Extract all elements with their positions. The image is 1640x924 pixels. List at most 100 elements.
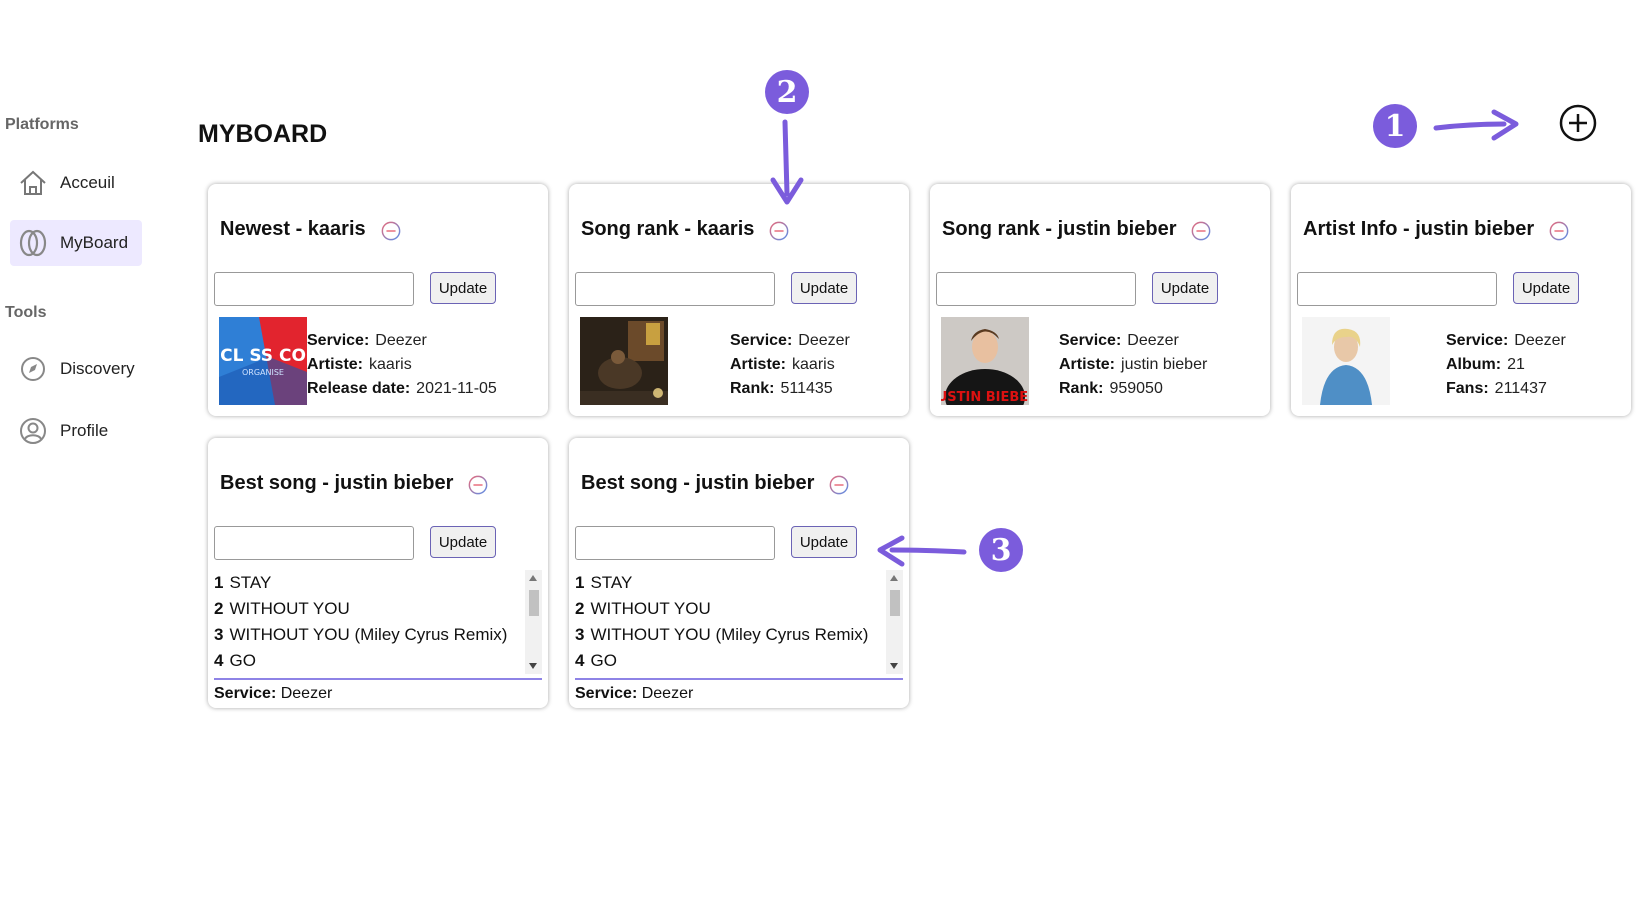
compass-icon xyxy=(18,354,48,384)
scroll-down-arrow-icon[interactable] xyxy=(890,663,898,669)
scrollbar[interactable] xyxy=(525,570,542,674)
minus-circle-icon xyxy=(1192,221,1211,240)
list-item: 4 GO xyxy=(214,651,256,670)
sidebar: Platforms Acceuil MyBoard Tools Discover… xyxy=(0,0,180,924)
list-item: 1 STAY xyxy=(575,573,633,592)
info-row: Service: Deezer xyxy=(1446,332,1566,349)
remove-widget-button[interactable] xyxy=(769,220,789,240)
plus-circle-icon xyxy=(1559,104,1597,142)
scroll-thumb[interactable] xyxy=(529,590,539,616)
sidebar-item-myboard[interactable]: MyBoard xyxy=(10,220,142,266)
add-widget-button[interactable] xyxy=(1558,103,1598,143)
sidebar-item-label: MyBoard xyxy=(60,233,129,252)
scrollbar[interactable] xyxy=(886,570,903,674)
widget-info: Service: Deezer Artiste: justin bieber Ran… xyxy=(1059,329,1207,401)
user-icon xyxy=(18,416,48,446)
svg-text:CL SS CO: CL SS CO xyxy=(220,346,306,366)
minus-circle-icon xyxy=(770,221,789,240)
widget-search-input[interactable] xyxy=(1297,272,1497,306)
album-cover-image: CL SS CO ORGANISE xyxy=(219,317,307,405)
info-row: Service: Deezer xyxy=(730,332,850,349)
info-row: Rank: 959050 xyxy=(1059,380,1163,397)
divider xyxy=(214,678,542,680)
minus-circle-icon xyxy=(381,221,401,240)
widget-card: Song rank - justin bieber Update JUSTIN … xyxy=(930,184,1270,416)
annotation-badge-1: 1 xyxy=(1373,104,1417,148)
widget-title-row: Best song - justin bieber xyxy=(581,472,849,495)
update-button[interactable]: Update xyxy=(791,272,857,304)
scroll-down-arrow-icon[interactable] xyxy=(529,663,537,669)
update-button[interactable]: Update xyxy=(430,526,496,558)
widget-title: Song rank - kaaris xyxy=(581,218,755,240)
update-button[interactable]: Update xyxy=(791,526,857,558)
widget-title: Best song - justin bieber xyxy=(220,472,454,494)
section-label-platforms: Platforms xyxy=(5,116,79,133)
widget-search-input[interactable] xyxy=(936,272,1136,306)
info-row: Artiste: kaaris xyxy=(730,356,835,373)
widget-title-row: Song rank - justin bieber xyxy=(942,218,1211,241)
scroll-up-arrow-icon[interactable] xyxy=(529,575,537,581)
widget-card: Best song - justin bieber Update 1 STAY 2… xyxy=(569,438,909,708)
list-item: 4 GO xyxy=(575,651,617,670)
info-row: Artiste: justin bieber xyxy=(1059,356,1208,373)
minus-circle-icon xyxy=(468,475,488,494)
sidebar-item-label: Discovery xyxy=(60,359,135,378)
myboard-icon xyxy=(18,228,48,258)
service-row: Service: Deezer xyxy=(214,685,333,702)
svg-text:JUSTIN BIEBER: JUSTIN BIEBER xyxy=(941,390,1029,405)
info-row: Release date: 2021-11-05 xyxy=(307,380,497,397)
widget-title-row: Song rank - kaaris xyxy=(581,218,789,241)
widget-search-input[interactable] xyxy=(575,272,775,306)
album-cover-image: JUSTIN BIEBER xyxy=(941,317,1029,405)
widget-title: Song rank - justin bieber xyxy=(942,218,1177,240)
home-icon xyxy=(18,168,48,198)
widget-title: Newest - kaaris xyxy=(220,218,366,240)
list-item: 3 WITHOUT YOU (Miley Cyrus Remix) xyxy=(214,625,508,644)
info-row: Service: Deezer xyxy=(307,332,427,349)
remove-widget-button[interactable] xyxy=(381,220,401,240)
remove-widget-button[interactable] xyxy=(468,474,488,494)
list-item: 2 WITHOUT YOU xyxy=(575,599,711,618)
list-item: 2 WITHOUT YOU xyxy=(214,599,350,618)
sidebar-item-acceuil[interactable]: Acceuil xyxy=(10,160,142,206)
info-row: Service: Deezer xyxy=(1059,332,1179,349)
remove-widget-button[interactable] xyxy=(829,474,849,494)
svg-text:ORGANISE: ORGANISE xyxy=(242,368,284,377)
divider xyxy=(575,678,903,680)
song-list: 1 STAY 2 WITHOUT YOU 3 WITHOUT YOU (Miley C… xyxy=(575,570,889,674)
list-item: 3 WITHOUT YOU (Miley Cyrus Remix) xyxy=(575,625,869,644)
annotation-arrow-down-icon xyxy=(770,119,804,205)
widget-title: Best song - justin bieber xyxy=(581,472,815,494)
widget-title-row: Artist Info - justin bieber xyxy=(1303,218,1569,241)
list-item: 1 STAY xyxy=(214,573,272,592)
update-button[interactable]: Update xyxy=(1513,272,1579,304)
scroll-thumb[interactable] xyxy=(890,590,900,616)
widget-search-input[interactable] xyxy=(214,526,414,560)
widget-card: Song rank - kaaris Update Service: Deezer… xyxy=(569,184,909,416)
scroll-up-arrow-icon[interactable] xyxy=(890,575,898,581)
widget-card: Artist Info - justin bieber Update Servi… xyxy=(1291,184,1631,416)
update-button[interactable]: Update xyxy=(1152,272,1218,304)
info-row: Fans: 211437 xyxy=(1446,380,1547,397)
page-title: MYBOARD xyxy=(198,120,328,148)
artist-photo-image xyxy=(580,317,668,405)
widget-title-row: Best song - justin bieber xyxy=(220,472,488,495)
widget-search-input[interactable] xyxy=(214,272,414,306)
remove-widget-button[interactable] xyxy=(1549,220,1569,240)
song-list: 1 STAY 2 WITHOUT YOU 3 WITHOUT YOU (Miley C… xyxy=(214,570,528,674)
sidebar-item-profile[interactable]: Profile xyxy=(10,408,142,454)
minus-circle-icon xyxy=(1549,221,1569,240)
widget-card: Best song - justin bieber Update 1 STAY 2… xyxy=(208,438,548,708)
annotation-badge-3: 3 xyxy=(979,528,1023,572)
section-label-tools: Tools xyxy=(5,304,47,321)
update-button[interactable]: Update xyxy=(430,272,496,304)
annotation-arrow-left-icon xyxy=(877,535,967,567)
widget-search-input[interactable] xyxy=(575,526,775,560)
info-row: Rank: 511435 xyxy=(730,380,833,397)
sidebar-item-label: Acceuil xyxy=(60,173,115,192)
artist-photo-image xyxy=(1302,317,1390,405)
service-row: Service: Deezer xyxy=(575,685,694,702)
remove-widget-button[interactable] xyxy=(1191,220,1211,240)
sidebar-item-discovery[interactable]: Discovery xyxy=(10,346,142,392)
widget-info: Service: Deezer Album: 21 Fans: 211437 xyxy=(1446,329,1566,401)
